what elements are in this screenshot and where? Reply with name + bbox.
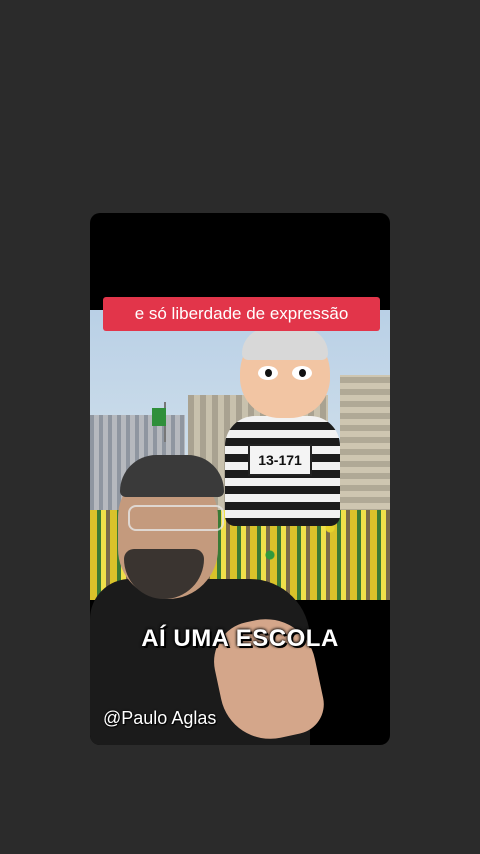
presenter [90,449,330,745]
flag-icon [152,408,166,426]
inflatable-eye-right [292,366,312,380]
inflatable-eye-left [258,366,278,380]
caption-subtitle: AÍ UMA ESCOLA [141,625,339,652]
presenter-glasses [128,505,224,531]
presenter-cap [120,455,224,497]
video-player[interactable]: 13-171 e só liberdade de expressão AÍ UM… [90,213,390,745]
inflatable-hair [242,328,328,360]
screen: 13-171 e só liberdade de expressão AÍ UM… [0,0,480,854]
caption-top: e só liberdade de expressão [103,297,380,331]
creator-watermark: @Paulo Aglas [103,708,217,728]
